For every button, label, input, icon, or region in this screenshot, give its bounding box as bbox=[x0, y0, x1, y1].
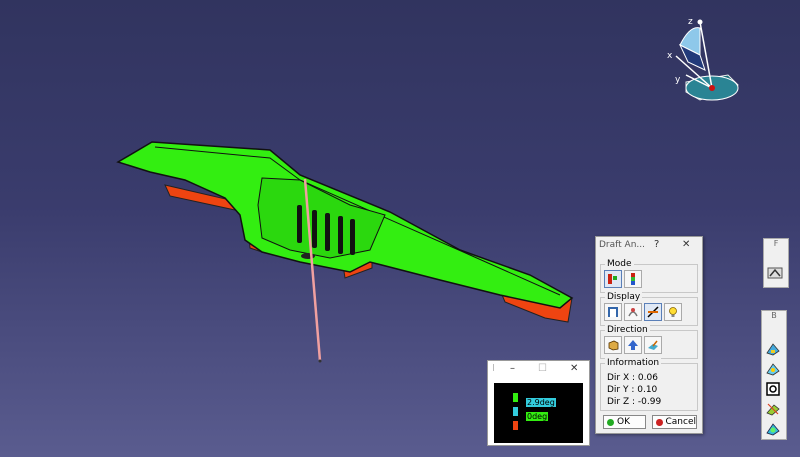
draft-analysis-dialog: Draft An... ? ✕ Mode Display Direction I… bbox=[595, 236, 703, 434]
color-scale-body: 2.9deg 0deg bbox=[494, 383, 583, 443]
mode-label: Mode bbox=[605, 259, 634, 269]
bottom-right-toolbar: B bbox=[761, 310, 787, 440]
reverse-direction-button[interactable] bbox=[644, 336, 662, 354]
tool-connect-checker[interactable] bbox=[765, 381, 781, 397]
toolbar-bottom-label: B bbox=[771, 311, 777, 320]
lightbulb-icon bbox=[669, 307, 677, 317]
minimize-button[interactable]: – bbox=[510, 363, 515, 374]
cancel-button[interactable]: Cancel bbox=[652, 415, 697, 429]
tool-apply-material[interactable] bbox=[767, 265, 783, 281]
direction-label: Direction bbox=[605, 325, 650, 335]
feature-draft-icon bbox=[766, 403, 780, 416]
toolbar-top-label: F bbox=[773, 239, 779, 248]
lock-direction-button[interactable] bbox=[624, 336, 642, 354]
dialog-titlebar: Draft An... ? ✕ bbox=[596, 237, 702, 253]
ok-icon bbox=[607, 418, 614, 426]
help-button[interactable]: ? bbox=[654, 237, 659, 253]
color-scale-icon bbox=[608, 307, 618, 317]
color-scale-button[interactable] bbox=[604, 303, 622, 321]
connect-checker-icon bbox=[766, 382, 780, 396]
close-button[interactable]: ✕ bbox=[570, 363, 578, 374]
color-scale-window: I – ☐ ✕ 2.9deg 0deg bbox=[487, 360, 590, 446]
ok-button[interactable]: OK bbox=[603, 415, 646, 429]
green-swatch bbox=[513, 393, 518, 402]
draft-analysis-icon bbox=[766, 343, 780, 356]
tool-draft-analysis[interactable] bbox=[765, 341, 781, 357]
cube-direction-icon bbox=[608, 340, 619, 351]
compass-y-label: y bbox=[675, 75, 681, 85]
material-icon bbox=[767, 267, 783, 279]
cancel-icon bbox=[656, 418, 663, 426]
full-mode-button[interactable] bbox=[624, 270, 642, 288]
tool-feature-draft[interactable] bbox=[765, 401, 781, 417]
close-button[interactable]: ✕ bbox=[682, 237, 690, 253]
scale-upper-value[interactable]: 2.9deg bbox=[526, 398, 556, 407]
display-label: Display bbox=[605, 292, 643, 302]
arrow-up-icon bbox=[628, 340, 638, 350]
cancel-label: Cancel bbox=[665, 417, 697, 427]
draft-direction-end bbox=[318, 359, 322, 363]
on-the-fly-icon bbox=[647, 306, 659, 318]
dir-x-value: Dir X : 0.06 bbox=[607, 373, 658, 383]
full-mode-icon bbox=[631, 273, 635, 285]
dir-z-value: Dir Z : -0.99 bbox=[607, 397, 662, 407]
color-scale-title: I bbox=[492, 363, 495, 374]
curvature-icon bbox=[766, 363, 780, 376]
quick-mode-button[interactable] bbox=[604, 270, 622, 288]
surfacic-analysis-icon bbox=[766, 423, 780, 436]
top-right-toolbar: F bbox=[763, 238, 789, 288]
light-button[interactable] bbox=[664, 303, 682, 321]
dir-y-value: Dir Y : 0.10 bbox=[607, 385, 658, 395]
part-hole bbox=[301, 253, 315, 259]
ok-label: OK bbox=[617, 417, 630, 427]
maximize-button[interactable]: ☐ bbox=[538, 363, 547, 374]
on-the-fly-button[interactable] bbox=[644, 303, 662, 321]
inspection-button[interactable] bbox=[624, 303, 642, 321]
compass-icon[interactable] bbox=[675, 19, 739, 101]
scale-lower-value[interactable]: 0deg bbox=[526, 412, 549, 421]
information-group: Information Dir X : 0.06 Dir Y : 0.10 Di… bbox=[600, 358, 698, 411]
compass-direction-button[interactable] bbox=[604, 336, 622, 354]
compass-z-label: z bbox=[688, 17, 693, 27]
surface-direction-icon bbox=[648, 340, 658, 350]
compass-x-label: x bbox=[667, 51, 673, 61]
cyan-swatch bbox=[513, 407, 518, 416]
mode-group: Mode bbox=[600, 259, 698, 293]
tool-surfacic-analysis[interactable] bbox=[765, 421, 781, 437]
tool-curvature-analysis[interactable] bbox=[765, 361, 781, 377]
dialog-title: Draft An... bbox=[599, 240, 645, 250]
red-swatch bbox=[513, 421, 518, 430]
display-group: Display bbox=[600, 292, 698, 326]
direction-group: Direction bbox=[600, 325, 698, 359]
information-label: Information bbox=[605, 358, 662, 368]
inspection-icon bbox=[628, 308, 638, 317]
quick-mode-icon bbox=[608, 274, 617, 284]
